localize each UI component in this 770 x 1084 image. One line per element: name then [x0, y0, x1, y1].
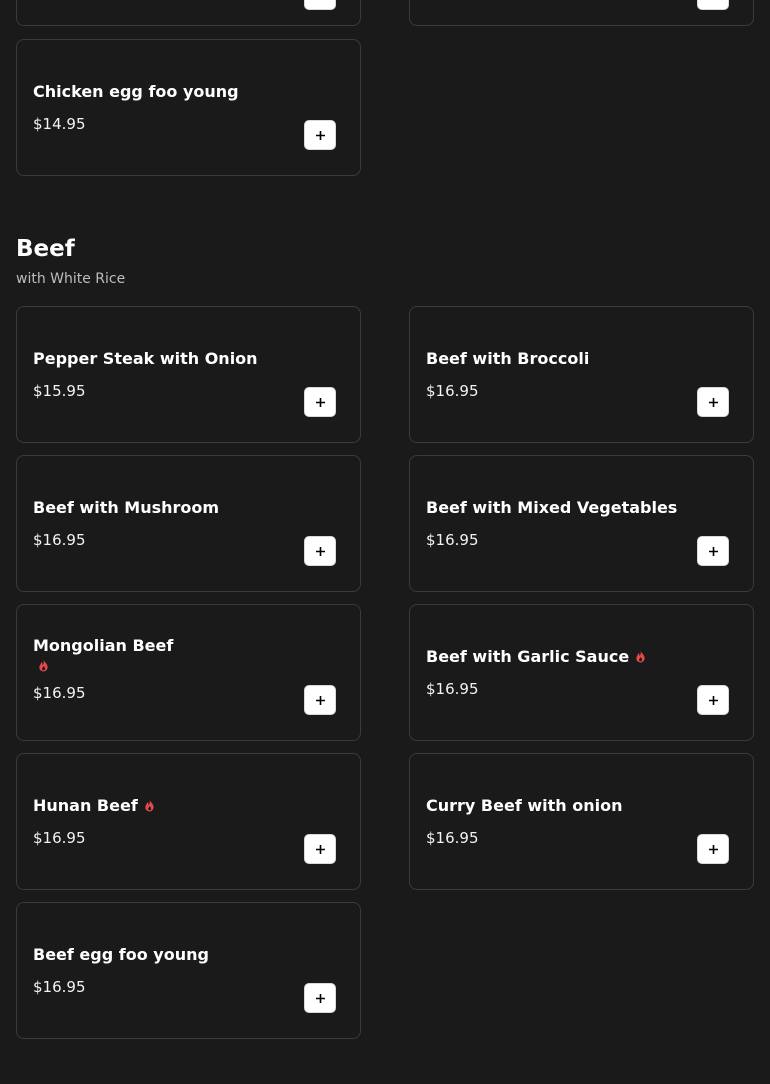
plus-icon	[708, 695, 718, 705]
plus-icon	[315, 546, 325, 556]
add-to-cart-button[interactable]	[697, 685, 729, 715]
add-to-cart-button[interactable]	[304, 834, 336, 864]
item-price: $16.95	[426, 829, 479, 847]
plus-icon	[708, 844, 718, 854]
menu-item-card[interactable]: Hunan Beef $16.95	[16, 753, 361, 890]
item-price: $15.95	[33, 382, 86, 400]
item-price: $16.95	[33, 531, 86, 549]
add-to-cart-button[interactable]	[304, 387, 336, 417]
plus-icon	[315, 993, 325, 1003]
item-name: Beef with Broccoli	[426, 349, 590, 368]
item-price: $16.95	[33, 978, 86, 996]
menu-item-card[interactable]: Beef with Garlic Sauce $16.95	[409, 604, 754, 741]
item-name-row: Hunan Beef	[33, 796, 290, 816]
section-title: Beef	[16, 236, 75, 262]
menu-item-card[interactable]: Beef with Mixed Vegetables $16.95	[409, 455, 754, 592]
menu-item-card-partial[interactable]	[16, 0, 361, 26]
item-name: Mongolian Beef	[33, 636, 174, 655]
add-to-cart-button[interactable]	[697, 834, 729, 864]
item-name: Beef egg foo young	[33, 945, 209, 964]
add-to-cart-button[interactable]	[697, 0, 729, 10]
item-price: $16.95	[426, 680, 479, 698]
flame-icon	[39, 659, 48, 672]
menu-item-card[interactable]: Pepper Steak with Onion $15.95	[16, 306, 361, 443]
add-to-cart-button[interactable]	[697, 387, 729, 417]
menu-item-card-partial[interactable]	[409, 0, 754, 26]
item-price: $16.95	[33, 829, 86, 847]
item-price: $16.95	[426, 382, 479, 400]
item-price: $14.95	[33, 115, 86, 133]
add-to-cart-button[interactable]	[304, 0, 336, 10]
plus-icon	[315, 844, 325, 854]
add-to-cart-button[interactable]	[304, 983, 336, 1013]
item-name: Beef with Mixed Vegetables	[426, 498, 678, 517]
menu-item-card[interactable]: Beef with Mushroom $16.95	[16, 455, 361, 592]
add-to-cart-button[interactable]	[697, 536, 729, 566]
menu-item-card[interactable]: Beef egg foo young $16.95	[16, 902, 361, 1039]
flame-icon	[145, 799, 154, 812]
plus-icon	[315, 130, 325, 140]
item-name: Curry Beef with onion	[426, 796, 623, 815]
item-name: Hunan Beef	[33, 796, 138, 815]
plus-icon	[708, 397, 718, 407]
item-name: Chicken egg foo young	[33, 82, 239, 101]
item-price: $16.95	[426, 531, 479, 549]
section-subtitle: with White Rice	[16, 271, 126, 287]
plus-icon	[315, 695, 325, 705]
item-name: Pepper Steak with Onion	[33, 349, 258, 368]
item-name: Beef with Mushroom	[33, 498, 220, 517]
menu-item-card[interactable]: Curry Beef with onion $16.95	[409, 753, 754, 890]
menu-item-card[interactable]: Beef with Broccoli $16.95	[409, 306, 754, 443]
plus-icon	[315, 397, 325, 407]
menu-item-card[interactable]: Chicken egg foo young $14.95	[16, 39, 361, 176]
add-to-cart-button[interactable]	[304, 536, 336, 566]
add-to-cart-button[interactable]	[304, 120, 336, 150]
menu-item-card[interactable]: Mongolian Beef $16.95	[16, 604, 361, 741]
plus-icon	[708, 546, 718, 556]
item-name-row: Beef with Garlic Sauce	[426, 647, 683, 667]
add-to-cart-button[interactable]	[304, 685, 336, 715]
item-price: $16.95	[33, 684, 86, 702]
item-name: Beef with Garlic Sauce	[426, 647, 630, 666]
flame-icon	[636, 650, 645, 663]
